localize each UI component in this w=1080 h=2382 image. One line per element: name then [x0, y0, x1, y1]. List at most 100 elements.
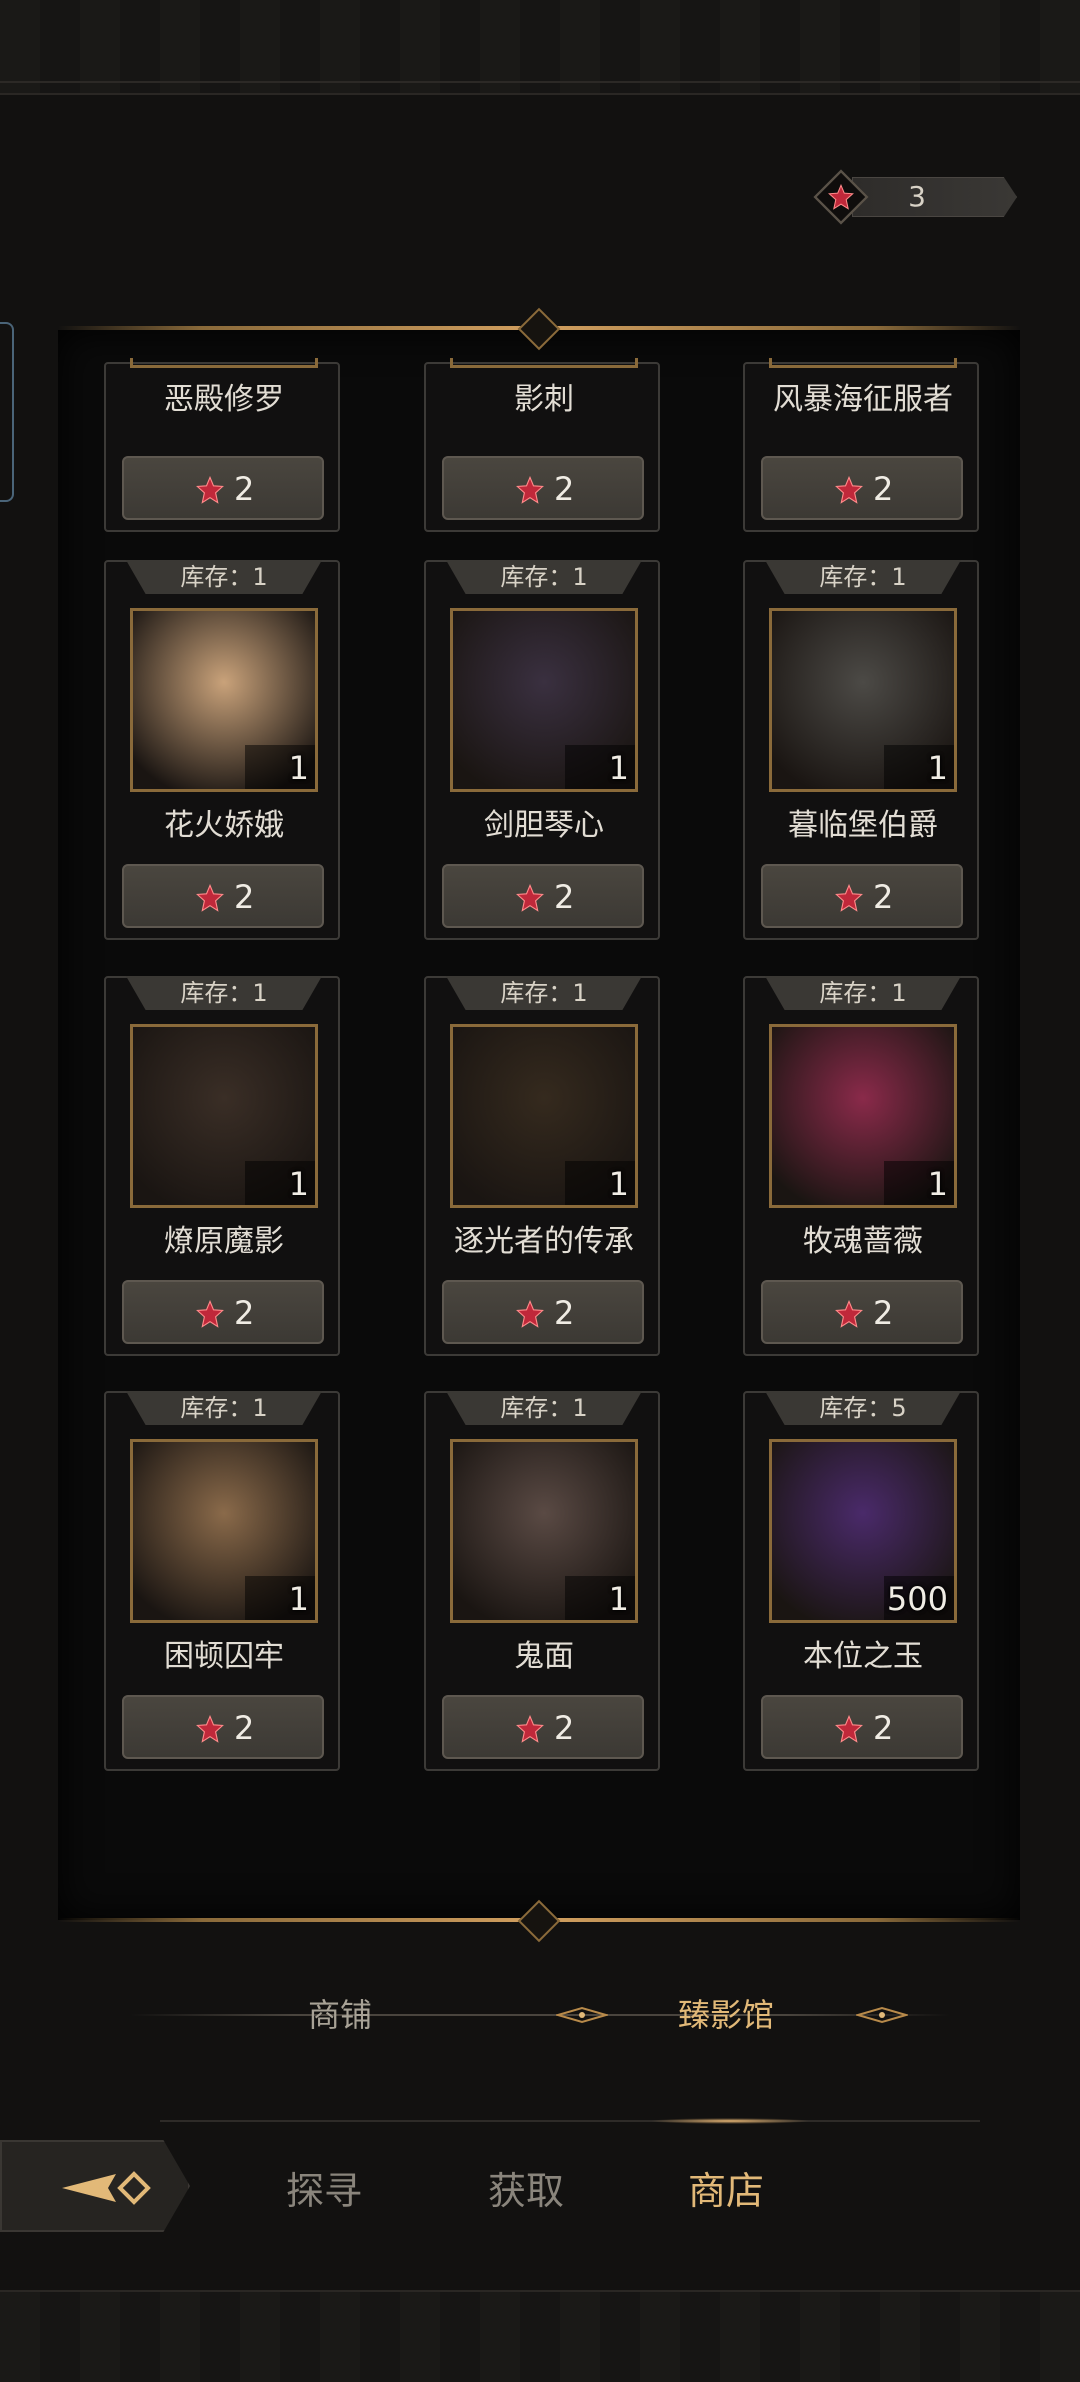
item-stock: 库存：1 [765, 560, 961, 594]
red-star-gem-icon [516, 1299, 544, 1328]
item-stock: 库存：1 [446, 1391, 642, 1425]
shop-item-card[interactable]: 库存：1 1 花火娇娥 2 [104, 560, 340, 940]
item-quantity: 1 [288, 1165, 309, 1203]
item-quantity: 500 [886, 1580, 948, 1618]
nav-active-glow [650, 2118, 810, 2124]
nav-store[interactable]: 商店 [688, 2160, 764, 2215]
item-name: 逐光者的传承 [454, 1224, 634, 1259]
item-name: 鬼面 [514, 1639, 574, 1674]
item-quantity: 1 [927, 1165, 948, 1203]
item-quantity: 1 [927, 749, 948, 787]
portrait-frame [769, 358, 957, 368]
shop-item-card[interactable]: 库存：1 1 燎原魔影 2 [104, 976, 340, 1356]
buy-button[interactable]: 2 [761, 1280, 963, 1344]
shop-item-card[interactable]: 影刺 2 [424, 358, 660, 532]
shop-item-card[interactable]: 风暴海征服者 2 [743, 358, 979, 532]
red-star-gem-icon [516, 475, 544, 504]
item-name: 暮临堡伯爵 [788, 808, 938, 843]
back-button[interactable] [0, 2140, 190, 2232]
item-price: 2 [234, 1294, 255, 1332]
red-star-gem-icon [196, 883, 224, 912]
buy-button[interactable]: 2 [122, 864, 324, 928]
shop-item-card[interactable]: 恶殿修罗 2 [104, 358, 340, 532]
buy-button[interactable]: 2 [442, 456, 644, 520]
shop-item-card[interactable]: 库存：1 1 鬼面 2 [424, 1391, 660, 1771]
item-name: 影刺 [514, 382, 574, 417]
item-quantity: 1 [608, 1165, 629, 1203]
shop-item-card[interactable]: 库存：1 1 剑胆琴心 2 [424, 560, 660, 940]
item-portrait: 1 [450, 608, 638, 792]
item-stock: 库存：1 [765, 976, 961, 1010]
red-star-gem-icon [516, 1714, 544, 1743]
item-price: 2 [873, 470, 894, 508]
tab-ornament-left-icon [556, 2006, 608, 2024]
item-portrait: 1 [130, 1024, 318, 1208]
item-portrait: 1 [769, 608, 957, 792]
item-name: 风暴海征服者 [773, 382, 953, 417]
red-star-gem-icon [516, 883, 544, 912]
shop-item-card[interactable]: 库存：1 1 困顿囚牢 2 [104, 1391, 340, 1771]
item-name: 燎原魔影 [164, 1224, 284, 1259]
item-stock: 库存：1 [126, 976, 322, 1010]
shop-subtabs: 商铺 臻影馆 [0, 1980, 1080, 2050]
item-price: 2 [234, 470, 255, 508]
buy-button[interactable]: 2 [122, 1695, 324, 1759]
item-stock: 库存：1 [446, 560, 642, 594]
item-stock: 库存：5 [765, 1391, 961, 1425]
item-name: 恶殿修罗 [164, 382, 284, 417]
portrait-frame [130, 358, 318, 368]
buy-button[interactable]: 2 [442, 864, 644, 928]
item-price: 2 [234, 1709, 255, 1747]
item-price: 2 [554, 1294, 575, 1332]
buy-button[interactable]: 2 [761, 1695, 963, 1759]
item-name: 牧魂蔷薇 [803, 1224, 923, 1259]
red-star-gem-icon [835, 1714, 863, 1743]
red-star-gem-icon [196, 1714, 224, 1743]
nav-obtain[interactable]: 获取 [488, 2160, 564, 2215]
item-price: 2 [873, 1709, 894, 1747]
item-quantity: 1 [608, 749, 629, 787]
item-portrait: 1 [769, 1024, 957, 1208]
bottom-ornament-border [0, 2290, 1080, 2382]
item-portrait: 1 [130, 1439, 318, 1623]
red-star-gem-icon [835, 883, 863, 912]
item-price: 2 [554, 470, 575, 508]
tab-shop[interactable]: 商铺 [308, 1990, 372, 2036]
bottom-nav: 探寻 获取 商店 [0, 2118, 1080, 2260]
item-name: 花火娇娥 [164, 808, 284, 843]
nav-explore[interactable]: 探寻 [286, 2160, 362, 2215]
item-name: 本位之玉 [803, 1639, 923, 1674]
red-star-gem-icon [835, 1299, 863, 1328]
shop-item-card[interactable]: 库存：1 1 暮临堡伯爵 2 [743, 560, 979, 940]
tab-gallery[interactable]: 臻影馆 [678, 1990, 774, 2036]
item-stock: 库存：1 [446, 976, 642, 1010]
buy-button[interactable]: 2 [442, 1695, 644, 1759]
item-stock: 库存：1 [126, 560, 322, 594]
item-price: 2 [873, 878, 894, 916]
buy-button[interactable]: 2 [442, 1280, 644, 1344]
item-name: 剑胆琴心 [484, 808, 604, 843]
buy-button[interactable]: 2 [761, 864, 963, 928]
tab-ornament-right-icon [856, 2006, 908, 2024]
shop-item-card[interactable]: 库存：1 1 逐光者的传承 2 [424, 976, 660, 1356]
portrait-frame [450, 358, 638, 368]
item-quantity: 1 [288, 749, 309, 787]
buy-button[interactable]: 2 [122, 456, 324, 520]
item-name: 困顿囚牢 [164, 1639, 284, 1674]
item-portrait: 1 [450, 1024, 638, 1208]
item-quantity: 1 [288, 1580, 309, 1618]
item-price: 2 [873, 1294, 894, 1332]
red-star-gem-icon [196, 475, 224, 504]
item-portrait: 1 [450, 1439, 638, 1623]
red-star-gem-icon [196, 1299, 224, 1328]
shop-item-card[interactable]: 库存：1 1 牧魂蔷薇 2 [743, 976, 979, 1356]
item-stock: 库存：1 [126, 1391, 322, 1425]
red-star-gem-icon [835, 475, 863, 504]
buy-button[interactable]: 2 [761, 456, 963, 520]
item-price: 2 [234, 878, 255, 916]
shop-item-card[interactable]: 库存：5 500 本位之玉 2 [743, 1391, 979, 1771]
item-price: 2 [554, 1709, 575, 1747]
back-arrow-icon [62, 2171, 151, 2205]
item-quantity: 1 [608, 1580, 629, 1618]
buy-button[interactable]: 2 [122, 1280, 324, 1344]
